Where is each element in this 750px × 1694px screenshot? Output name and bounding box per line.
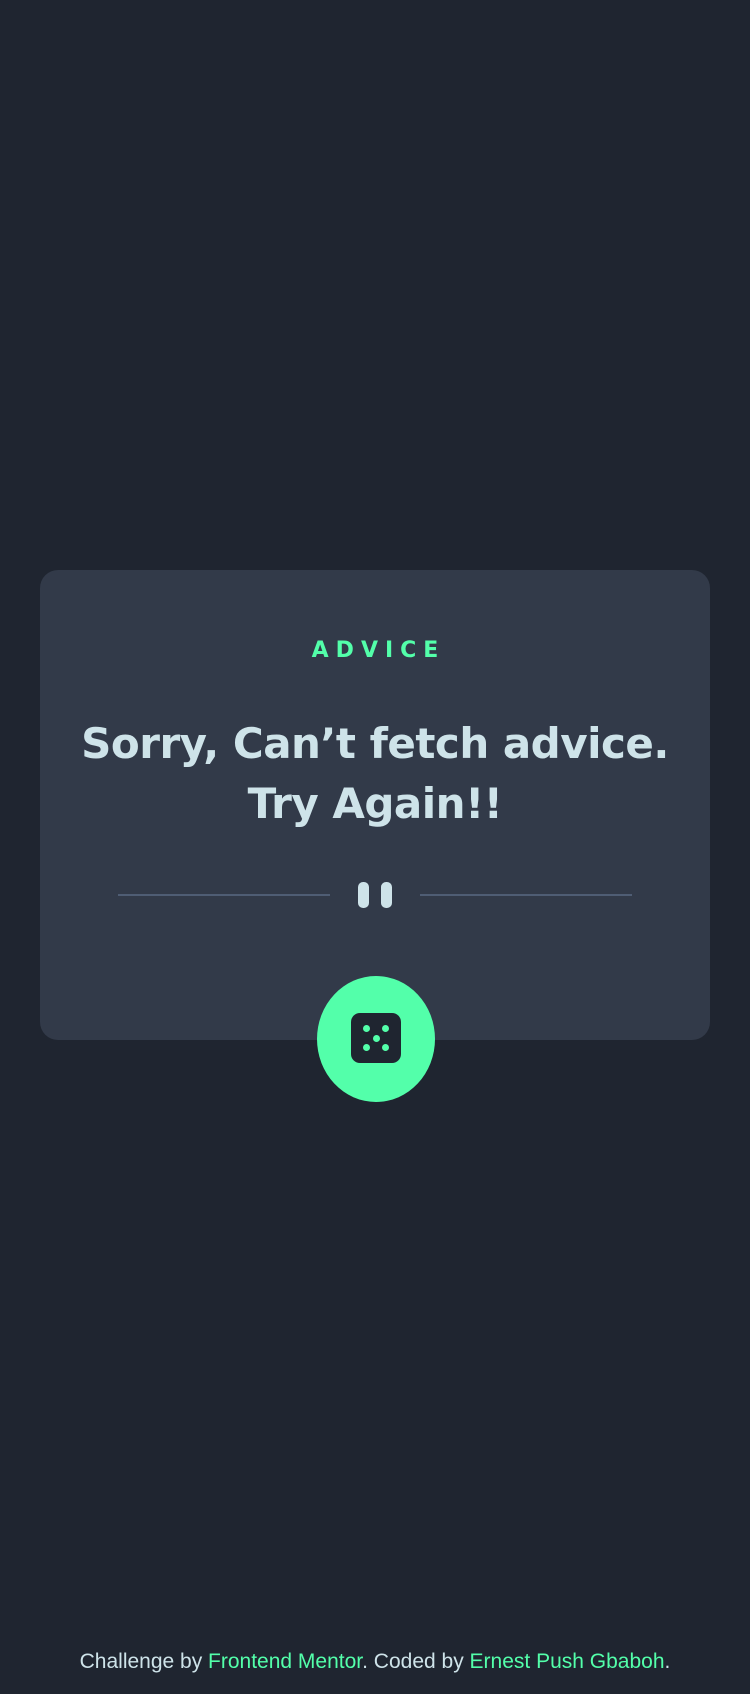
advice-card: ADVICE Sorry, Can’t fetch advice. Try Ag… bbox=[40, 570, 710, 1040]
generate-advice-button[interactable] bbox=[317, 976, 435, 1102]
pause-icon bbox=[357, 880, 393, 908]
pattern-divider bbox=[118, 880, 632, 908]
divider-line-right bbox=[420, 894, 632, 896]
frontend-mentor-link[interactable]: Frontend Mentor bbox=[208, 1650, 362, 1673]
dice-icon bbox=[351, 1013, 401, 1063]
footer-middle: . Coded by bbox=[362, 1650, 470, 1673]
divider-line-left bbox=[118, 894, 330, 896]
advice-heading: ADVICE bbox=[311, 638, 446, 663]
author-link[interactable]: Ernest Push Gbaboh bbox=[470, 1650, 665, 1673]
attribution-footer: Challenge by Frontend Mentor. Coded by E… bbox=[0, 1650, 750, 1674]
footer-suffix: . bbox=[664, 1650, 671, 1673]
advice-quote: Sorry, Can’t fetch advice. Try Again!! bbox=[81, 719, 669, 828]
footer-prefix: Challenge by bbox=[79, 1650, 209, 1673]
